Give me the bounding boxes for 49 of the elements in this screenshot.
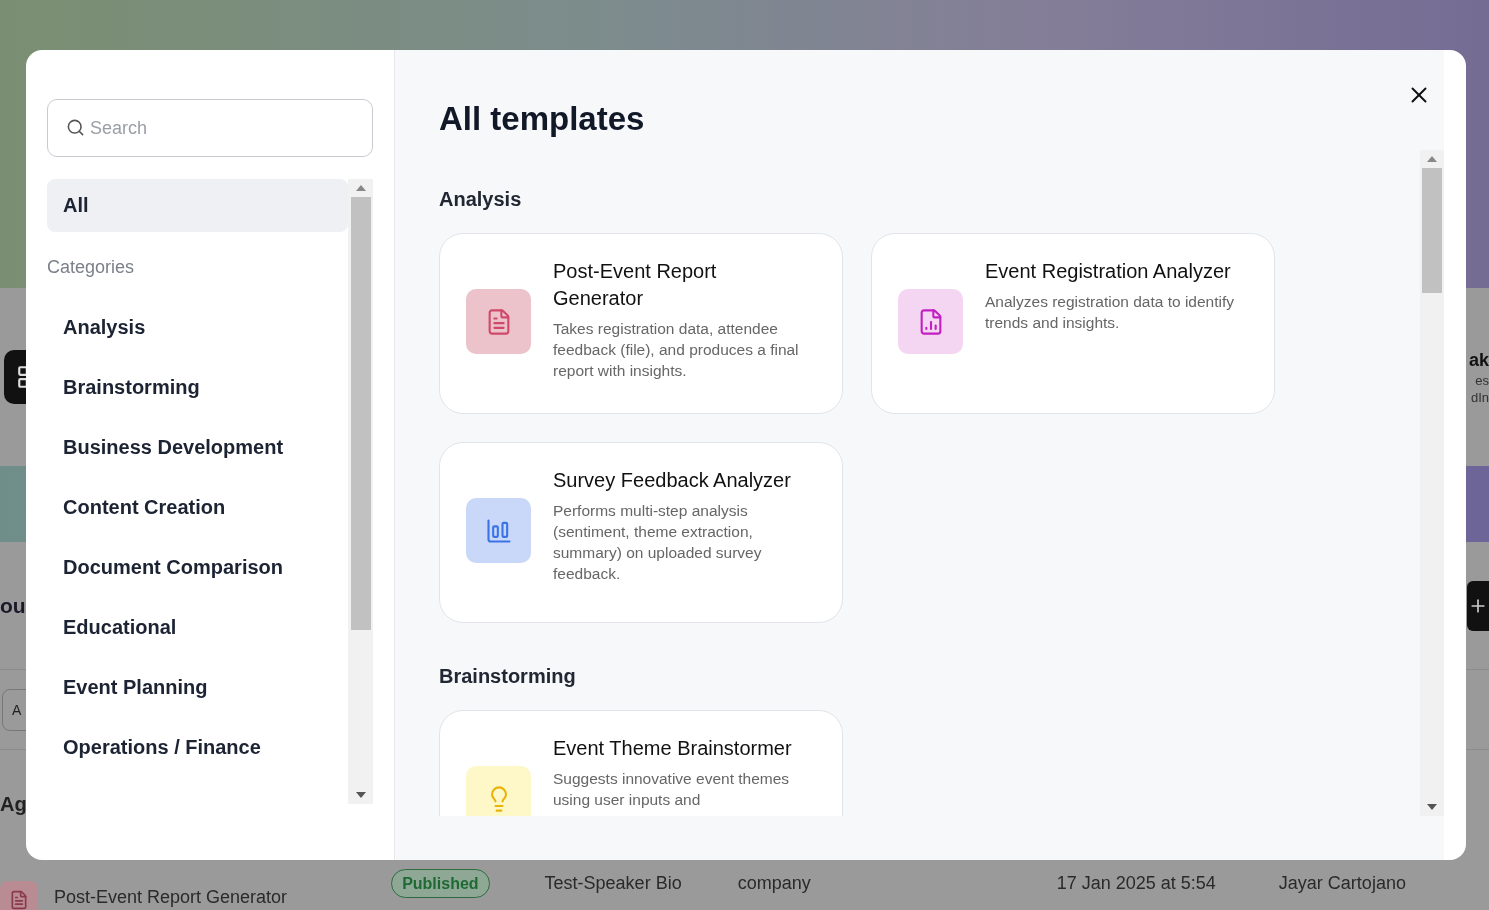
card-text: dIn	[1470, 389, 1489, 405]
category-item[interactable]: Event Planning	[47, 657, 348, 717]
template-title: Post-Event Report Generator	[553, 259, 718, 311]
scroll-up-icon[interactable]	[355, 185, 366, 191]
template-description: Suggests innovative event themes using user inputs and	[553, 769, 791, 810]
template-card[interactable]: Post-Event Report Generator Takes registration data, attendee feedback (file), and produces a final report with insights.	[439, 233, 843, 414]
template-description: Takes registration data, attendee feedback (file), and produces a final report with insights.	[553, 319, 800, 381]
template-description: Analyzes registration data to identify trends and insights.	[985, 292, 1234, 333]
scrollbar-thumb[interactable]	[350, 197, 371, 630]
add-button[interactable]	[1467, 580, 1489, 631]
template-title: Event Theme Brainstormer	[553, 736, 793, 761]
dialog-title: All templates	[439, 100, 646, 139]
category-item[interactable]: Operations / Finance	[47, 717, 348, 777]
section-heading: Analysis	[439, 187, 523, 212]
bar-chart-icon	[484, 516, 513, 545]
table-cell: Test-Speaker Bio	[544, 872, 682, 894]
column-header: Ag	[0, 792, 27, 816]
scroll-down-icon[interactable]	[1427, 804, 1437, 810]
search-field[interactable]: Search	[47, 99, 373, 157]
template-card[interactable]: Event Registration Analyzer Analyzes registration data to identify trends and insights.	[871, 233, 1275, 414]
agent-name: Post-Event Report Generator	[54, 886, 288, 908]
status-badge: Published	[391, 868, 490, 898]
table-cell: company	[737, 872, 811, 894]
section-heading: ou	[0, 593, 26, 618]
template-title: Event Registration Analyzer	[985, 259, 1232, 284]
scroll-down-icon[interactable]	[355, 792, 366, 798]
category-item[interactable]: Brainstorming	[47, 357, 348, 417]
card-text: es	[1475, 372, 1489, 388]
author-cell: Jayar Cartojano	[1278, 872, 1406, 894]
section-heading: Brainstorming	[439, 664, 577, 689]
template-card[interactable]: Event Theme Brainstormer Suggests innovative event themes using user inputs and	[439, 710, 843, 816]
scrollbar[interactable]	[348, 179, 373, 804]
template-card[interactable]: Survey Feedback Analyzer Performs multi-step analysis (sentiment, theme extraction, summary) on uploaded survey feedback.	[439, 442, 843, 623]
template-description: Performs multi-step analysis (sentiment, theme extraction, summary) on uploaded survey feedback.	[553, 501, 763, 584]
category-item[interactable]: Document Comparison	[47, 537, 348, 597]
category-item[interactable]: Analysis	[47, 297, 348, 357]
category-item[interactable]: Content Creation	[47, 477, 348, 537]
template-title: Survey Feedback Analyzer	[553, 468, 792, 493]
card-heading: ak	[1468, 349, 1489, 371]
scrollbar[interactable]	[1420, 150, 1444, 816]
category-item[interactable]: Business Development	[47, 417, 348, 477]
scroll-up-icon[interactable]	[1427, 156, 1437, 162]
date-cell: 17 Jan 2025 at 5:54	[1056, 872, 1216, 894]
category-item[interactable]: Educational	[47, 597, 348, 657]
section-label: Categories	[47, 256, 136, 279]
search-icon	[66, 118, 85, 137]
document-icon	[0, 881, 38, 910]
category-item[interactable]: All	[47, 179, 348, 232]
scrollbar-thumb[interactable]	[1422, 168, 1442, 293]
